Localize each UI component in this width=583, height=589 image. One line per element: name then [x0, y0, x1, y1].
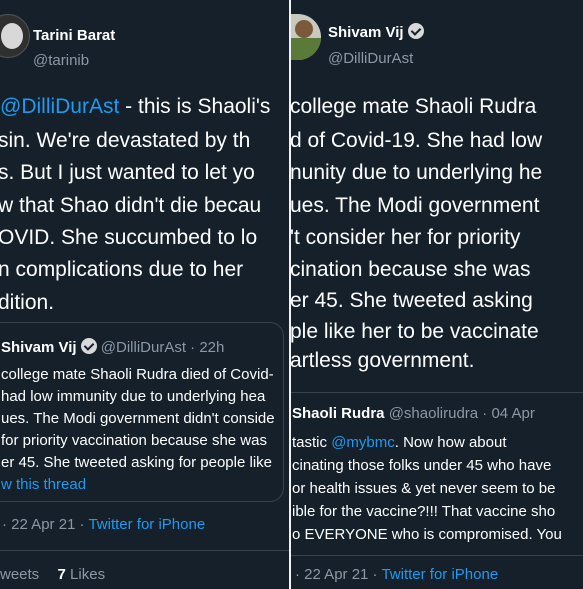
- right-tweet-panel: Shivam Vij @DilliDurAst college mate Sha…: [291, 0, 583, 589]
- tweet-line: d of Covid-19. She had low: [291, 129, 543, 152]
- quoted-author-handle: @shaolirudra: [388, 405, 479, 422]
- tweet-line: OVID. She succumbed to lo: [0, 226, 258, 249]
- author-name[interactable]: Tarini Barat: [33, 27, 115, 44]
- quoted-time: · 22h: [190, 339, 225, 356]
- quoted-line: tastic @mybmc. Now how about: [292, 434, 507, 451]
- quoted-author-name: Shivam Vij: [1, 339, 77, 356]
- quoted-line: had low immunity due to underlying hea: [1, 388, 266, 405]
- quoted-line: ues. The Modi government didn't conside: [1, 410, 275, 427]
- quoted-line: er 45. She tweeted asking for people lik…: [1, 454, 273, 471]
- quoted-line: ible for the vaccine?!!! That vaccine sh…: [292, 503, 556, 520]
- quoted-tweet[interactable]: Shivam Vij @DilliDurAst · 22h college ma…: [0, 322, 284, 502]
- likes-count[interactable]: 7: [58, 566, 66, 583]
- quoted-tweet[interactable]: Shaoli Rudra @shaolirudra · 04 Apr tasti…: [291, 392, 583, 556]
- engagement-stats: weets 7 Likes: [0, 566, 105, 583]
- quoted-author-handle: @DilliDurAst: [100, 339, 186, 356]
- tweet-date[interactable]: · 22 Apr 21 ·: [2, 516, 85, 533]
- quoted-time: · 04 Apr: [482, 405, 535, 422]
- tweet-line: college mate Shaoli Rudra: [291, 95, 537, 118]
- mention-link[interactable]: @mybmc: [331, 434, 395, 451]
- author-handle[interactable]: @tarinib: [33, 52, 89, 69]
- tweet-line: @DilliDurAst - this is Shaoli's: [0, 95, 271, 118]
- tweet-meta: · 22 Apr 21 · Twitter for iPhone: [2, 516, 205, 533]
- quoted-line: college mate Shaoli Rudra died of Covid-: [1, 366, 274, 383]
- mention-link[interactable]: @DilliDurAst: [0, 95, 119, 118]
- tweet-date[interactable]: · 22 Apr 21 ·: [295, 566, 378, 583]
- tweet-line: ues. The Modi government: [291, 194, 540, 217]
- tweet-line: dition.: [0, 291, 55, 314]
- show-thread-link[interactable]: w this thread: [1, 474, 86, 495]
- quoted-line: for priority vaccination because she was: [1, 432, 267, 449]
- tweet-line: s. But I just wanted to let yo: [0, 161, 255, 184]
- tweet-line: nunity due to underlying he: [291, 161, 543, 184]
- divider: [0, 550, 289, 551]
- quoted-line: cinating those folks under 45 who have: [292, 457, 552, 474]
- avatar[interactable]: [0, 14, 30, 58]
- author-name[interactable]: Shivam Vij: [328, 24, 404, 41]
- quoted-line: or health issues & yet never seem to be: [292, 480, 556, 497]
- left-tweet-panel: Tarini Barat @tarinib @DilliDurAst - thi…: [0, 0, 289, 589]
- tweet-line: n complications due to her: [0, 258, 244, 281]
- tweet-line: 't consider her for priority: [291, 226, 521, 249]
- likes-label[interactable]: Likes: [70, 566, 105, 583]
- quoted-author-name: Shaoli Rudra: [292, 405, 385, 422]
- tweet-source[interactable]: Twitter for iPhone: [381, 566, 498, 583]
- tweet-source[interactable]: Twitter for iPhone: [88, 516, 205, 533]
- tweet-meta: · 22 Apr 21 · Twitter for iPhone: [295, 566, 498, 583]
- tweet-line: cination because she was: [291, 258, 531, 281]
- tweet-line: ple like her to be vaccinate: [291, 320, 539, 343]
- tweet-line: w that Shao didn't die becau: [0, 194, 262, 217]
- verified-badge-icon: [80, 338, 97, 354]
- tweet-line: sin. We're devastated by th: [0, 129, 251, 152]
- retweets-label[interactable]: weets: [0, 566, 39, 583]
- avatar[interactable]: [291, 14, 321, 60]
- tweet-line: er 45. She tweeted asking: [291, 289, 533, 312]
- tweet-line: artless government.: [291, 349, 475, 372]
- quoted-line: o EVERYONE who is compromised. You: [292, 526, 562, 543]
- author-handle[interactable]: @DilliDurAst: [328, 50, 413, 67]
- verified-badge-icon: [407, 23, 424, 39]
